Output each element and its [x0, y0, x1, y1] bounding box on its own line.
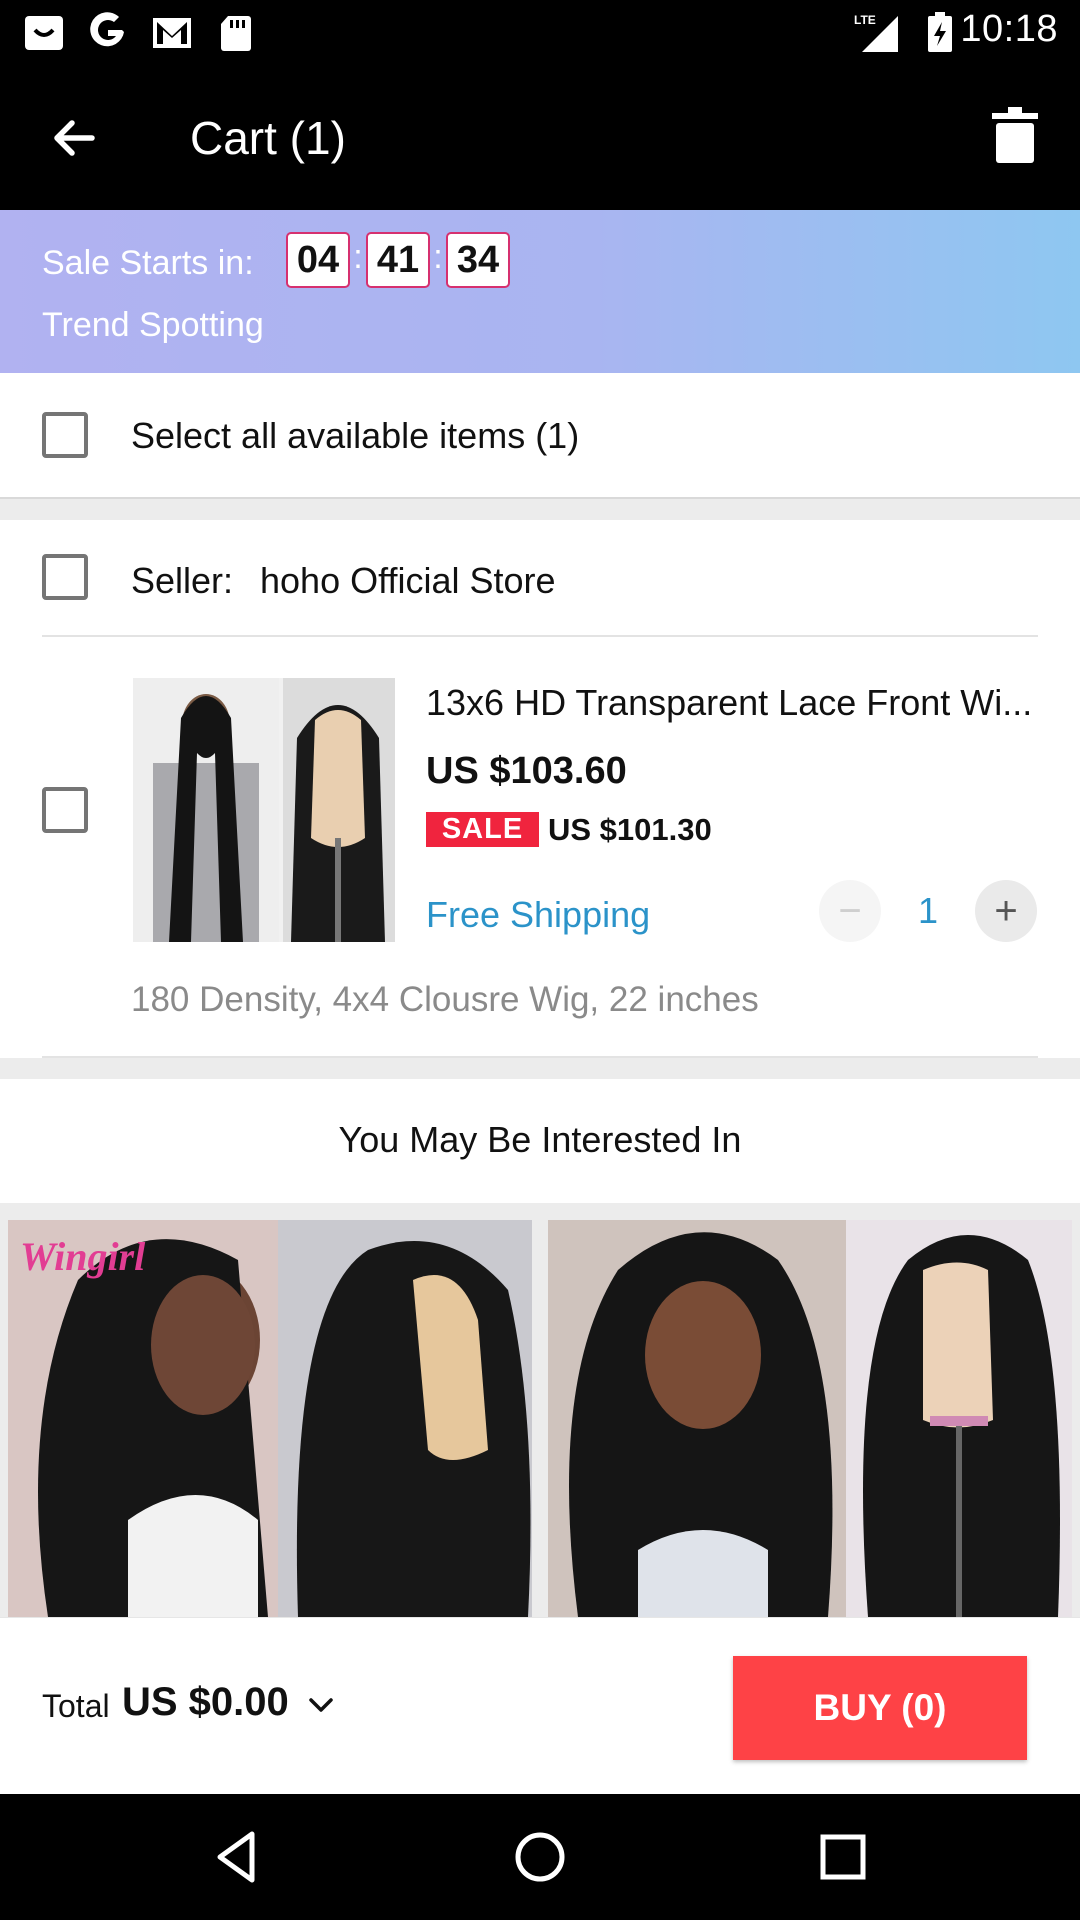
shopping-bag-icon: [25, 16, 63, 50]
nav-home-icon[interactable]: [507, 1824, 573, 1890]
select-all-row: Select all available items (1): [0, 373, 1080, 497]
recommendation-card[interactable]: [548, 1220, 1072, 1617]
lte-signal-icon: LTE: [854, 13, 898, 52]
sale-countdown: 04 : 41 : 34: [286, 232, 510, 288]
recommendations-header: You May Be Interested In: [0, 1079, 1080, 1203]
recommendation-card[interactable]: Wingirl: [8, 1220, 532, 1617]
free-shipping-label: Free Shipping: [426, 894, 651, 935]
seller-checkbox[interactable]: [42, 554, 88, 600]
countdown-separator: :: [353, 237, 363, 276]
quantity-value: 1: [917, 890, 939, 931]
trend-spotting-label: Trend Spotting: [42, 306, 264, 344]
countdown-hours: 04: [286, 232, 350, 288]
nav-recents-icon[interactable]: [810, 1824, 876, 1890]
google-icon: [90, 12, 124, 47]
svg-text:LTE: LTE: [854, 13, 876, 27]
recommendation-image: Wingirl: [8, 1220, 532, 1617]
select-all-checkbox[interactable]: [42, 412, 88, 458]
sd-card-icon: [221, 16, 251, 51]
total-value: US $0.00: [122, 1680, 289, 1724]
seller-name-link[interactable]: hoho Official Store: [260, 560, 556, 602]
quantity-increase-button[interactable]: +: [975, 880, 1037, 942]
clock-time: 10:18: [960, 8, 1058, 50]
battery-charging-icon: [928, 12, 952, 52]
recommendations-grid: Wingirl: [0, 1203, 1080, 1617]
seller-label: Seller:: [131, 560, 234, 601]
countdown-separator: :: [433, 237, 443, 276]
back-arrow-icon[interactable]: [40, 103, 110, 173]
trash-icon[interactable]: [982, 103, 1048, 169]
sale-price: US $101.30: [548, 812, 712, 847]
recommendations-title: You May Be Interested In: [338, 1119, 742, 1160]
status-bar: LTE 10:18: [0, 0, 1080, 63]
sale-starts-label: Sale Starts in:: [42, 244, 254, 282]
section-divider: [0, 1058, 1080, 1079]
system-nav-bar: [0, 1794, 1080, 1920]
item-checkbox[interactable]: [42, 787, 88, 833]
page-title: Cart (1): [190, 112, 346, 164]
countdown-seconds: 34: [446, 232, 510, 288]
product-price: US $103.60: [426, 750, 627, 792]
product-title[interactable]: 13x6 HD Transparent Lace Front Wi...: [426, 682, 1036, 724]
wig-product-photo: [133, 678, 395, 942]
app-bar: Cart (1): [0, 63, 1080, 210]
quantity-decrease-button[interactable]: −: [819, 880, 881, 942]
divider: [42, 635, 1038, 637]
sale-banner[interactable]: Sale Starts in: 04 : 41 : 34 Trend Spott…: [0, 210, 1080, 373]
product-image[interactable]: [133, 678, 395, 942]
product-variant[interactable]: 180 Density, 4x4 Clousre Wig, 22 inches: [131, 980, 759, 1020]
recommendation-image: [548, 1220, 1072, 1617]
select-all-label: Select all available items (1): [131, 415, 580, 456]
checkout-bar: Total US $0.00 BUY (0): [0, 1617, 1080, 1794]
store-section: Seller: hoho Official Store 13x6 HD Tran…: [0, 520, 1080, 1058]
total-label: Total: [42, 1688, 110, 1724]
brand-watermark: Wingirl: [20, 1234, 146, 1279]
chevron-down-icon[interactable]: [304, 1688, 338, 1722]
nav-back-icon[interactable]: [204, 1824, 270, 1890]
buy-button[interactable]: BUY (0): [733, 1656, 1027, 1760]
countdown-minutes: 41: [366, 232, 430, 288]
section-divider: [0, 497, 1080, 520]
sale-badge: SALE: [426, 812, 539, 847]
gmail-icon: [153, 18, 191, 48]
